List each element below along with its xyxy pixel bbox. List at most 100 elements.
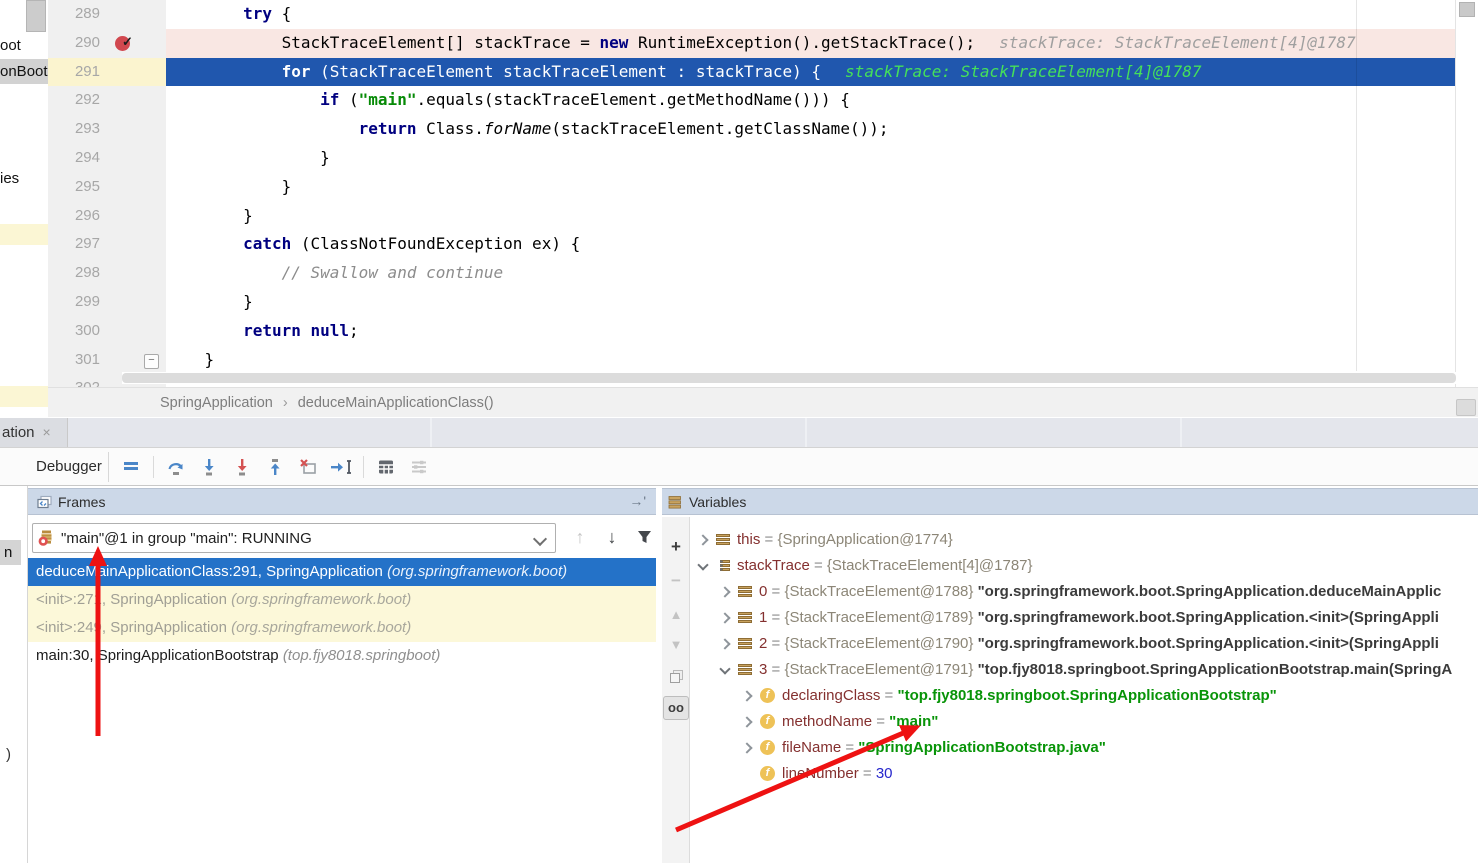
project-scrollbar-thumb[interactable] (26, 0, 46, 32)
line-number[interactable]: 301 (48, 346, 110, 375)
list-item-selected[interactable]: n (0, 540, 21, 565)
line-number[interactable]: 295 (48, 173, 110, 202)
chevron-down-icon[interactable] (698, 560, 709, 571)
variable-row[interactable]: 0 = {StackTraceElement@1788} "org.spring… (690, 578, 1478, 604)
step-over-icon[interactable] (165, 456, 187, 478)
line-number[interactable]: 297 (48, 230, 110, 259)
code-line-300[interactable]: 300 return null; (48, 317, 1456, 346)
gutter-icon-cell[interactable]: ✓ (110, 29, 140, 58)
add-watch-icon[interactable]: + (662, 535, 690, 559)
thread-selector[interactable]: "main"@1 in group "main": RUNNING (32, 523, 556, 553)
fold-gutter-cell[interactable] (140, 259, 166, 288)
variable-row[interactable]: fmethodName = "main" (690, 708, 1478, 734)
fold-gutter-cell[interactable] (140, 86, 166, 115)
fold-gutter-cell[interactable] (140, 173, 166, 202)
line-number[interactable]: 302 (48, 374, 110, 387)
code-text[interactable]: // Swallow and continue (166, 259, 1456, 288)
gutter-icon-cell[interactable] (110, 86, 140, 115)
fold-gutter-cell[interactable] (140, 317, 166, 346)
code-text[interactable]: return Class.forName(stackTraceElement.g… (166, 115, 1456, 144)
gutter-icon-cell[interactable] (110, 144, 140, 173)
code-text[interactable]: for (StackTraceElement stackTraceElement… (166, 58, 1456, 87)
code-line-299[interactable]: 299 } (48, 288, 1456, 317)
gutter-icon-cell[interactable] (110, 202, 140, 231)
variable-row[interactable]: stackTrace = {StackTraceElement[4]@1787} (690, 552, 1478, 578)
code-text[interactable]: } (166, 144, 1456, 173)
line-number[interactable]: 291 (48, 58, 110, 87)
code-line-301[interactable]: 301 − } (48, 346, 1456, 375)
gutter-icon-cell[interactable] (110, 346, 140, 375)
code-line-295[interactable]: 295 } (48, 173, 1456, 202)
run-to-cursor-icon[interactable] (330, 456, 352, 478)
code-text[interactable]: } (166, 202, 1456, 231)
fold-gutter-cell[interactable] (140, 144, 166, 173)
gutter-icon-cell[interactable] (110, 0, 140, 29)
project-tree-item[interactable]: oot (0, 33, 48, 58)
chevron-right-icon[interactable] (742, 742, 753, 753)
code-text[interactable]: } (166, 346, 1456, 375)
gutter-icon-cell[interactable] (110, 230, 140, 259)
gutter-icon-cell[interactable] (110, 317, 140, 346)
line-number[interactable]: 289 (48, 0, 110, 29)
show-watches-toggle[interactable]: oo (662, 695, 690, 721)
code-line-289[interactable]: 289 try { (48, 0, 1456, 29)
project-tree-item[interactable]: ies (0, 166, 48, 191)
chevron-right-icon[interactable] (698, 534, 709, 545)
line-number[interactable]: 296 (48, 202, 110, 231)
code-text[interactable]: return null; (166, 317, 1456, 346)
next-frame-icon[interactable]: ↓ (600, 524, 624, 550)
fold-gutter-cell[interactable] (140, 58, 166, 87)
gutter-icon-cell[interactable] (110, 173, 140, 202)
chevron-right-icon[interactable] (742, 690, 753, 701)
fold-icon[interactable]: − (144, 354, 159, 369)
panel-arrow-icon[interactable]: →' (629, 493, 646, 509)
code-line-296[interactable]: 296 } (48, 202, 1456, 231)
breadcrumb-method[interactable]: deduceMainApplicationClass() (298, 395, 494, 411)
frame-row[interactable]: <init>:271, SpringApplication (org.sprin… (28, 586, 656, 614)
line-number[interactable]: 300 (48, 317, 110, 346)
frame-row[interactable]: deduceMainApplicationClass:291, SpringAp… (28, 558, 656, 586)
fold-gutter-cell[interactable] (140, 115, 166, 144)
code-line-292[interactable]: 292 if ("main".equals(stackTraceElement.… (48, 86, 1456, 115)
duplicate-icon[interactable] (662, 665, 690, 689)
scrollbar-thumb[interactable] (122, 373, 1456, 383)
variable-row[interactable]: 3 = {StackTraceElement@1791} "top.fjy801… (690, 656, 1478, 682)
line-number[interactable]: 298 (48, 259, 110, 288)
chevron-right-icon[interactable] (720, 612, 731, 623)
force-step-into-icon[interactable] (231, 456, 253, 478)
code-line-290[interactable]: 290✓ StackTraceElement[] stackTrace = ne… (48, 29, 1456, 58)
show-execution-point-icon[interactable] (120, 456, 142, 478)
code-line-297[interactable]: 297 catch (ClassNotFoundException ex) { (48, 230, 1456, 259)
gutter-icon-cell[interactable] (110, 288, 140, 317)
line-number[interactable]: 290 (48, 29, 110, 58)
step-into-icon[interactable] (198, 456, 220, 478)
code-line-293[interactable]: 293 return Class.forName(stackTraceEleme… (48, 115, 1456, 144)
step-out-icon[interactable] (264, 456, 286, 478)
drop-frame-icon[interactable] (297, 456, 319, 478)
frame-row[interactable]: <init>:249, SpringApplication (org.sprin… (28, 614, 656, 642)
code-line-298[interactable]: 298 // Swallow and continue (48, 259, 1456, 288)
fold-gutter-cell[interactable] (140, 230, 166, 259)
chevron-right-icon[interactable] (742, 716, 753, 727)
move-up-icon[interactable]: ▲ (662, 603, 690, 627)
chevron-down-icon[interactable] (720, 664, 731, 675)
remove-watch-icon[interactable]: − (662, 569, 690, 593)
breadcrumb-class[interactable]: SpringApplication (160, 395, 273, 411)
line-number[interactable]: 294 (48, 144, 110, 173)
code-text[interactable]: try { (166, 0, 1456, 29)
code-text[interactable]: catch (ClassNotFoundException ex) { (166, 230, 1456, 259)
chevron-right-icon[interactable] (720, 586, 731, 597)
line-number[interactable]: 292 (48, 86, 110, 115)
gutter-icon-cell[interactable] (110, 259, 140, 288)
tab-debugger[interactable]: Debugger (36, 448, 102, 485)
fold-gutter-cell[interactable] (140, 202, 166, 231)
gutter-icon-cell[interactable] (110, 115, 140, 144)
code-text[interactable]: StackTraceElement[] stackTrace = new Run… (166, 29, 1456, 58)
chevron-right-icon[interactable] (720, 638, 731, 649)
variable-row[interactable]: ffileName = "SpringApplicationBootstrap.… (690, 734, 1478, 760)
code-text[interactable]: } (166, 173, 1456, 202)
editor-vertical-scrollbar[interactable] (1455, 0, 1478, 387)
code-line-291[interactable]: 291 for (StackTraceElement stackTraceEle… (48, 58, 1456, 87)
variable-row[interactable]: fdeclaringClass = "top.fjy8018.springboo… (690, 682, 1478, 708)
gutter-icon-cell[interactable] (110, 58, 140, 87)
